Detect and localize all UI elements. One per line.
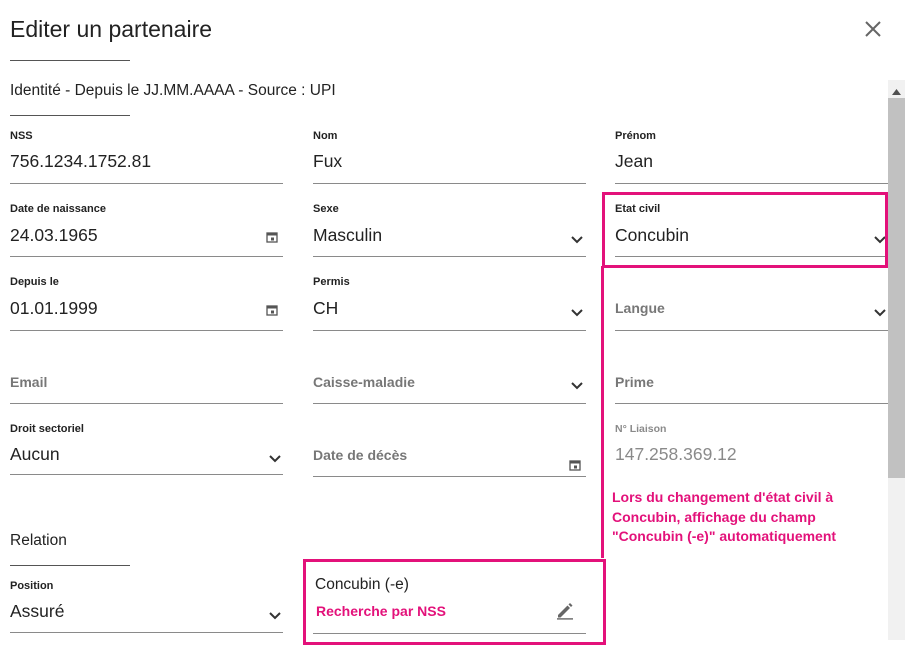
- chevron-down-icon[interactable]: [570, 232, 584, 250]
- scrollbar-thumb[interactable]: [888, 98, 905, 478]
- position-value[interactable]: Assuré: [10, 601, 64, 622]
- permis-underline: [313, 330, 586, 331]
- dialog-title: Editer un partenaire: [10, 16, 213, 42]
- nom-value[interactable]: Fux: [313, 151, 342, 172]
- naissance-underline: [10, 256, 283, 257]
- chevron-down-icon[interactable]: [570, 378, 584, 396]
- chevron-down-icon[interactable]: [873, 305, 887, 323]
- depuis-underline: [10, 330, 283, 331]
- position-label: Position: [10, 580, 54, 592]
- deces-underline: [313, 476, 586, 477]
- close-icon[interactable]: [862, 18, 884, 40]
- highlight-etat-civil-box: [602, 192, 888, 268]
- calendar-icon[interactable]: [569, 458, 581, 476]
- nss-value[interactable]: 756.1234.1752.81: [10, 151, 151, 172]
- droit-label: Droit sectoriel: [10, 423, 84, 435]
- deces-placeholder[interactable]: Date de décès: [313, 447, 407, 463]
- droit-underline: [10, 474, 283, 475]
- highlight-concubin-box: [303, 559, 606, 645]
- prime-placeholder[interactable]: Prime: [615, 374, 654, 390]
- liaison-value: 147.258.369.12: [615, 444, 737, 464]
- permis-label: Permis: [313, 276, 350, 288]
- prenom-underline: [615, 183, 888, 184]
- nss-label: NSS: [10, 130, 33, 142]
- nom-label: Nom: [313, 130, 338, 142]
- scroll-up-icon[interactable]: [891, 83, 902, 101]
- liaison-label: N° Liaison: [615, 423, 667, 435]
- chevron-down-icon[interactable]: [570, 305, 584, 323]
- email-underline: [10, 403, 283, 404]
- prenom-label: Prénom: [615, 130, 656, 142]
- naissance-value[interactable]: 24.03.1965: [10, 225, 98, 246]
- sexe-value[interactable]: Masculin: [313, 225, 382, 246]
- sexe-label: Sexe: [313, 203, 339, 215]
- chevron-down-icon[interactable]: [268, 608, 282, 626]
- langue-underline: [615, 330, 888, 331]
- annotation-line-2: Concubin, affichage du champ: [612, 508, 816, 525]
- chevron-down-icon[interactable]: [268, 451, 282, 469]
- droit-value[interactable]: Aucun: [10, 444, 60, 465]
- nss-underline: [10, 183, 283, 184]
- caisse-placeholder[interactable]: Caisse-maladie: [313, 374, 415, 390]
- annotation-line-1: Lors du changement d'état civil à: [612, 489, 834, 505]
- prime-underline: [615, 403, 888, 404]
- relation-heading: Relation: [10, 532, 67, 549]
- calendar-icon[interactable]: [266, 303, 278, 321]
- relation-underline: [10, 565, 130, 566]
- naissance-label: Date de naissance: [10, 203, 106, 215]
- email-placeholder[interactable]: Email: [10, 374, 47, 390]
- position-underline: [10, 632, 283, 633]
- identity-underline: [10, 115, 130, 116]
- annotation-line-3: "Concubin (-e)" automatiquement: [612, 528, 837, 544]
- highlight-connector-line: [601, 266, 604, 558]
- annotation-note: Lors du changement d'état civil à Concub…: [612, 488, 836, 547]
- depuis-label: Depuis le: [10, 276, 59, 288]
- permis-value[interactable]: CH: [313, 298, 338, 319]
- langue-placeholder[interactable]: Langue: [615, 300, 665, 316]
- sexe-underline: [313, 256, 586, 257]
- prenom-value[interactable]: Jean: [615, 151, 653, 172]
- caisse-underline: [313, 403, 586, 404]
- calendar-icon[interactable]: [266, 230, 278, 248]
- nom-underline: [313, 183, 586, 184]
- depuis-value[interactable]: 01.01.1999: [10, 298, 98, 319]
- title-underline: [10, 60, 130, 61]
- identity-heading: Identité - Depuis le JJ.MM.AAAA - Source…: [10, 82, 336, 99]
